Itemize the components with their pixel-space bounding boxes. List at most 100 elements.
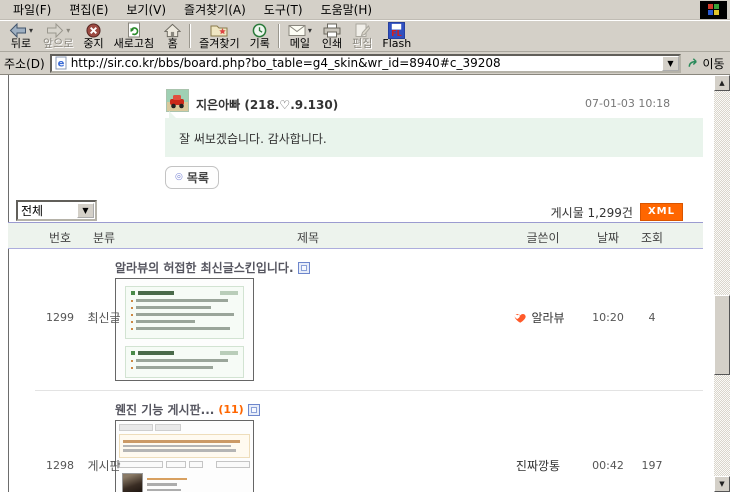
address-bar: 주소(D) e http://sir.co.kr/bbs/board.php?b… bbox=[0, 52, 730, 75]
go-button-label: 이동 bbox=[702, 55, 724, 72]
forward-dropdown-caret-icon[interactable]: ▾ bbox=[66, 26, 70, 35]
board-total-wrap: 게시물 1,299건 XML bbox=[551, 203, 683, 221]
menu-help[interactable]: 도움말(H) bbox=[312, 0, 382, 20]
post-title-row: 알라뷰의 허접한 최신글스킨입니다. bbox=[115, 259, 310, 276]
list-bullet-icon: ◎ bbox=[175, 173, 183, 182]
history-clock-icon bbox=[252, 23, 267, 38]
scroll-up-button[interactable]: ▲ bbox=[714, 75, 730, 91]
category-select-arrow-icon[interactable]: ▼ bbox=[77, 203, 94, 218]
refresh-button[interactable]: 새로고침 bbox=[109, 21, 159, 51]
forward-button[interactable]: ▾ 앞으로 bbox=[38, 21, 78, 51]
list-button[interactable]: ◎ 목록 bbox=[165, 166, 219, 189]
post-author-cell[interactable]: 알라뷰 bbox=[496, 309, 580, 326]
thumbnail-photo bbox=[122, 473, 143, 492]
post-author-cell[interactable]: 진짜깡통 bbox=[496, 457, 580, 474]
comment-count: (11) bbox=[218, 403, 243, 416]
post-title-link[interactable]: 웬진 기능 게시판... bbox=[115, 401, 214, 418]
post-title-row: 웬진 기능 게시판... (11) bbox=[115, 401, 260, 418]
menu-edit[interactable]: 편집(E) bbox=[60, 0, 117, 20]
vertical-scrollbar[interactable]: ▲ ▼ bbox=[714, 75, 730, 492]
forward-arrow-icon bbox=[46, 23, 64, 38]
header-views: 조회 bbox=[630, 229, 674, 246]
table-header-row: 번호 분류 제목 글쓴이 날짜 조회 bbox=[8, 223, 703, 249]
board-total-count: 게시물 1,299건 bbox=[551, 204, 633, 221]
post-title-link[interactable]: 알라뷰의 허접한 최신글스킨입니다. bbox=[115, 259, 294, 276]
panel-dot-icon bbox=[131, 291, 135, 295]
header-no: 번호 bbox=[40, 229, 80, 246]
print-icon bbox=[323, 23, 341, 38]
home-button[interactable]: 홈 bbox=[159, 21, 186, 51]
post-author[interactable]: 진짜깡통 bbox=[516, 457, 560, 474]
layout-left-border bbox=[8, 75, 9, 492]
menu-file[interactable]: 파일(F) bbox=[4, 0, 60, 20]
go-button[interactable]: 이동 bbox=[684, 53, 728, 73]
address-url-text: http://sir.co.kr/bbs/board.php?bo_table=… bbox=[71, 56, 501, 70]
favorites-button[interactable]: 즐겨찾기 bbox=[194, 21, 244, 51]
toolbar: ▾ 뒤로 ▾ 앞으로 중지 새로고침 홈 즐겨찾기 bbox=[0, 20, 730, 52]
thumbnail-panel bbox=[125, 346, 244, 378]
category-select-value: 전체 bbox=[18, 202, 77, 219]
menu-favorites[interactable]: 즐겨찾기(A) bbox=[175, 0, 255, 20]
post-views: 197 bbox=[630, 459, 674, 472]
stop-button[interactable]: 중지 bbox=[78, 21, 108, 51]
row-separator bbox=[35, 390, 703, 391]
post-views: 4 bbox=[630, 311, 674, 324]
page-favicon-icon: e bbox=[54, 56, 68, 70]
menu-view[interactable]: 보기(V) bbox=[117, 0, 175, 20]
category-select[interactable]: 전체 ▼ bbox=[16, 200, 97, 221]
go-arrow-icon bbox=[687, 57, 700, 69]
list-button-label: 목록 bbox=[187, 169, 209, 186]
page-content: 지은아빠 (218.♡.9.130) 07-01-03 10:18 잘 써보겠습… bbox=[0, 75, 714, 492]
header-author: 글쓴이 bbox=[513, 229, 573, 246]
post-author[interactable]: 알라뷰 bbox=[531, 309, 564, 326]
toolbar-separator bbox=[278, 24, 280, 48]
post-date: 00:42 bbox=[586, 459, 630, 472]
flash-button[interactable]: FL Flash bbox=[377, 21, 416, 51]
comment-avatar bbox=[166, 89, 189, 112]
back-arrow-icon bbox=[9, 23, 27, 38]
panel-dot-icon bbox=[131, 351, 135, 355]
back-button[interactable]: ▾ 뒤로 bbox=[4, 21, 38, 51]
stop-icon bbox=[86, 23, 101, 38]
edit-pencil-icon bbox=[354, 23, 370, 38]
post-thumbnail[interactable] bbox=[115, 420, 254, 492]
mail-icon bbox=[288, 24, 306, 37]
back-dropdown-caret-icon[interactable]: ▾ bbox=[29, 26, 33, 35]
post-thumbnail[interactable] bbox=[115, 278, 254, 381]
scroll-down-button[interactable]: ▼ bbox=[714, 476, 730, 492]
header-title: 제목 bbox=[108, 229, 508, 246]
flash-icon: FL bbox=[388, 22, 405, 39]
mail-button[interactable]: ▾ 메일 bbox=[283, 21, 317, 51]
address-dropdown-button[interactable]: ▼ bbox=[662, 56, 679, 71]
attachment-icon bbox=[298, 262, 310, 274]
toolbar-separator bbox=[189, 24, 191, 48]
post-number: 1298 bbox=[40, 459, 80, 472]
menu-tools[interactable]: 도구(T) bbox=[255, 0, 312, 20]
post-category[interactable]: 최신글 bbox=[80, 309, 128, 326]
xml-feed-badge[interactable]: XML bbox=[640, 203, 683, 221]
address-input[interactable]: e http://sir.co.kr/bbs/board.php?bo_tabl… bbox=[50, 54, 681, 73]
history-button[interactable]: 기록 bbox=[245, 21, 275, 51]
refresh-icon bbox=[127, 22, 141, 38]
comment-author[interactable]: 지은아빠 (218.♡.9.130) bbox=[196, 96, 338, 113]
scrollbar-thumb[interactable] bbox=[714, 295, 730, 375]
header-date: 날짜 bbox=[586, 229, 630, 246]
favorites-folder-icon bbox=[210, 23, 228, 37]
comment-body: 잘 써보겠습니다. 감사합니다. bbox=[165, 118, 703, 147]
menu-bar: 파일(F) 편집(E) 보기(V) 즐겨찾기(A) 도구(T) 도움말(H) bbox=[0, 0, 730, 20]
post-date: 10:20 bbox=[586, 311, 630, 324]
heart-icon bbox=[511, 311, 528, 325]
comment-bubble: 잘 써보겠습니다. 감사합니다. bbox=[165, 118, 703, 157]
attachment-icon bbox=[248, 404, 260, 416]
browser-window: 파일(F) 편집(E) 보기(V) 즐겨찾기(A) 도구(T) 도움말(H) ▾… bbox=[0, 0, 730, 492]
print-button[interactable]: 인쇄 bbox=[317, 21, 347, 51]
address-label: 주소(D) bbox=[4, 55, 45, 72]
edit-button[interactable]: 편집 bbox=[347, 21, 377, 51]
thumbnail-panel bbox=[125, 286, 244, 339]
svg-text:e: e bbox=[57, 59, 64, 70]
post-category[interactable]: 게시판 bbox=[80, 457, 128, 474]
post-number: 1299 bbox=[40, 311, 80, 324]
windows-logo-throbber-icon bbox=[700, 1, 727, 19]
mail-dropdown-caret-icon[interactable]: ▾ bbox=[308, 26, 312, 35]
comment-datetime: 07-01-03 10:18 bbox=[585, 97, 670, 110]
